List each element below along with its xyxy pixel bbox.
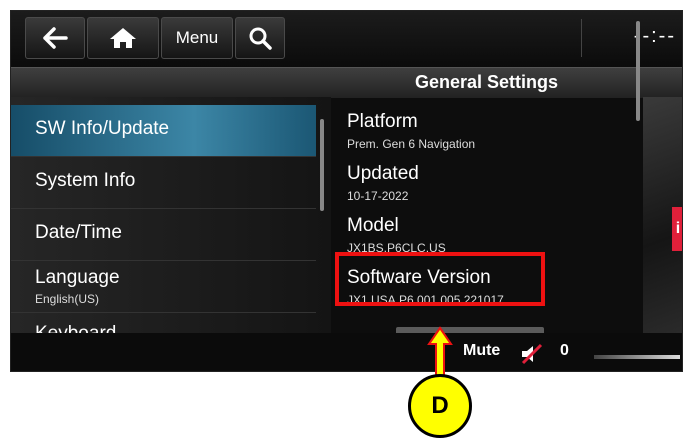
detail-platform: Platform Prem. Gen 6 Navigation xyxy=(334,107,634,159)
page-title: General Settings xyxy=(415,72,559,92)
detail-value: Prem. Gen 6 Navigation xyxy=(347,137,476,151)
speaker-muted-icon[interactable] xyxy=(519,343,545,365)
info-tab[interactable]: i xyxy=(672,207,682,251)
home-button[interactable] xyxy=(87,17,159,59)
back-button[interactable] xyxy=(25,17,85,59)
bottom-bar: Mute 0 xyxy=(11,333,682,371)
mute-label: Mute xyxy=(463,342,501,359)
menu-item-label: Date/Time xyxy=(35,222,122,243)
detail-updated: Updated 10-17-2022 xyxy=(334,159,634,211)
left-arrow-icon xyxy=(43,27,68,49)
menu-item-label: Language xyxy=(35,267,120,288)
detail-title: Model xyxy=(347,215,399,236)
clock: --:-- xyxy=(633,25,676,47)
menu-item-label: System Info xyxy=(35,170,136,191)
menu-item-sw-info-update[interactable]: SW Info/Update xyxy=(11,105,316,157)
infotainment-screen: Menu --:-- General Settings SW Info/Upda… xyxy=(10,10,683,372)
top-bar: Menu --:-- xyxy=(11,11,682,67)
detail-title: Updated xyxy=(347,163,419,184)
menu-item-language[interactable]: Language English(US) xyxy=(11,261,316,313)
divider xyxy=(581,19,582,57)
settings-menu: SW Info/Update System Info Date/Time Lan… xyxy=(11,97,331,344)
menu-button[interactable]: Menu xyxy=(161,17,233,59)
detail-value: 10-17-2022 xyxy=(347,189,409,203)
software-version-highlight xyxy=(335,252,545,306)
menu-item-sublabel: English(US) xyxy=(35,292,100,306)
detail-title: Platform xyxy=(347,111,418,132)
volume-slider[interactable] xyxy=(594,355,680,359)
menu-scrollbar[interactable] xyxy=(320,119,324,211)
up-arrow-annotation xyxy=(427,326,453,377)
callout-d: D xyxy=(408,374,472,438)
search-button[interactable] xyxy=(235,17,285,59)
header-band: General Settings xyxy=(11,67,682,98)
details-scrollbar[interactable] xyxy=(636,21,640,121)
volume-value: 0 xyxy=(560,342,569,359)
menu-item-date-time[interactable]: Date/Time xyxy=(11,209,316,261)
menu-item-label: SW Info/Update xyxy=(35,118,170,139)
menu-item-system-info[interactable]: System Info xyxy=(11,157,316,209)
search-icon xyxy=(249,27,272,50)
home-icon xyxy=(110,28,136,48)
